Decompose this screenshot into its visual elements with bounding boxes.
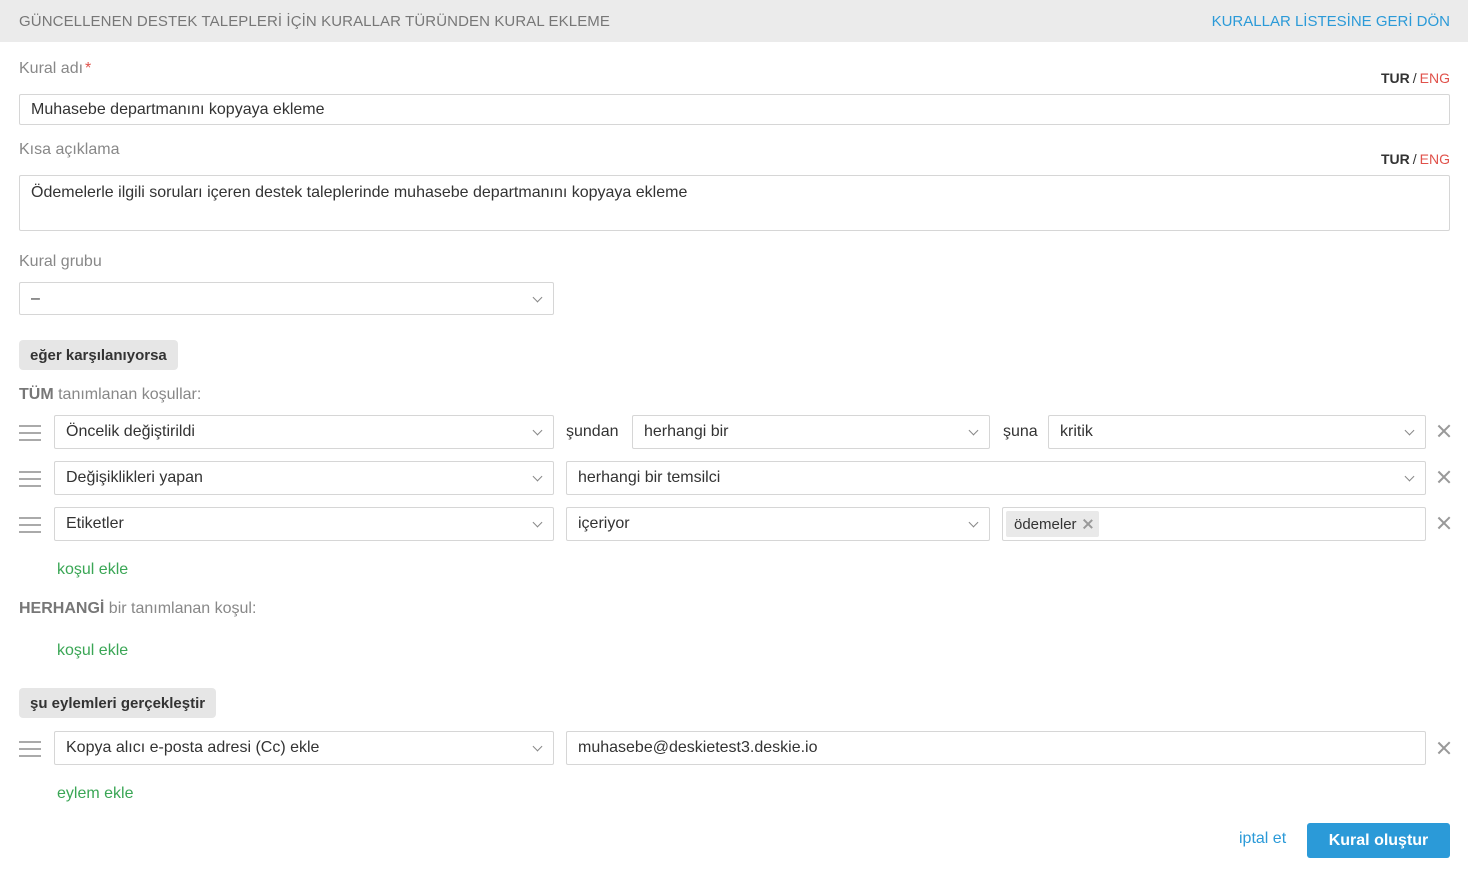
- condition-from-select[interactable]: herhangi bir: [632, 415, 990, 449]
- page-title: GÜNCELLENEN DESTEK TALEPLERİ İÇİN KURALL…: [19, 13, 611, 30]
- chevron-down-icon: [532, 741, 543, 752]
- rule-name-input[interactable]: Muhasebe departmanını kopyaya ekleme: [19, 94, 1450, 125]
- short-description-label: Kısa açıklama: [19, 141, 120, 158]
- lang-tur[interactable]: TUR: [1381, 70, 1410, 86]
- remove-condition-icon[interactable]: [1437, 470, 1451, 484]
- lang-separator: /: [1412, 151, 1417, 167]
- drag-handle-icon[interactable]: [19, 470, 41, 488]
- any-conditions-label-bold: HERHANGİ: [19, 600, 105, 617]
- condition-field-select[interactable]: Öncelik değiştirildi: [54, 415, 554, 449]
- from-label: şundan: [566, 423, 619, 440]
- cc-email-input[interactable]: muhasebe@deskietest3.deskie.io: [566, 731, 1426, 765]
- required-mark: *: [85, 60, 92, 77]
- remove-tag-icon[interactable]: [1083, 519, 1093, 529]
- tag-chip: ödemeler: [1006, 511, 1099, 537]
- to-label: şuna: [1003, 423, 1038, 440]
- condition-field-select[interactable]: Etiketler: [54, 507, 554, 541]
- chevron-down-icon: [532, 425, 543, 436]
- chevron-down-icon: [1404, 471, 1415, 482]
- action-value: Kopya alıcı e-posta adresi (Cc) ekle: [66, 739, 320, 756]
- chevron-down-icon: [968, 517, 979, 528]
- drag-handle-icon[interactable]: [19, 516, 41, 534]
- condition-value-select[interactable]: herhangi bir temsilci: [566, 461, 1426, 495]
- all-conditions-label-bold: TÜM: [19, 386, 54, 403]
- condition-operator-value: içeriyor: [578, 515, 630, 532]
- any-conditions-label-text: bir tanımlanan koşul:: [104, 600, 257, 617]
- add-any-condition-link[interactable]: koşul ekle: [57, 642, 128, 660]
- chevron-down-icon: [532, 517, 543, 528]
- condition-value: herhangi bir temsilci: [578, 469, 721, 486]
- actions-section-label: şu eylemleri gerçekleştir: [19, 688, 217, 718]
- condition-field-value: Öncelik değiştirildi: [66, 423, 195, 440]
- rule-group-select[interactable]: –: [19, 282, 554, 315]
- cancel-link[interactable]: iptal et: [1239, 830, 1286, 848]
- chevron-down-icon: [968, 425, 979, 436]
- all-conditions-label-text: tanımlanan koşullar:: [53, 386, 202, 403]
- rule-name-label: Kural adı *: [19, 60, 91, 78]
- lang-eng[interactable]: ENG: [1420, 151, 1450, 167]
- any-conditions-label: HERHANGİ bir tanımlanan koşul:: [19, 600, 256, 618]
- chevron-down-icon: [532, 471, 543, 482]
- add-action-link[interactable]: eylem ekle: [57, 785, 133, 803]
- condition-field-value: Etiketler: [66, 515, 124, 532]
- condition-field-value: Değişiklikleri yapan: [66, 469, 203, 486]
- page-header: GÜNCELLENEN DESTEK TALEPLERİ İÇİN KURALL…: [0, 0, 1468, 42]
- chevron-down-icon: [1404, 425, 1415, 436]
- tag-chip-label: ödemeler: [1014, 515, 1077, 533]
- lang-eng[interactable]: ENG: [1420, 70, 1450, 86]
- drag-handle-icon[interactable]: [19, 424, 41, 442]
- remove-condition-icon[interactable]: [1437, 424, 1451, 438]
- short-description-textarea[interactable]: Ödemelerle ilgili soruları içeren destek…: [19, 175, 1450, 231]
- chevron-down-icon: [532, 292, 543, 302]
- condition-to-select[interactable]: kritik: [1048, 415, 1426, 449]
- lang-tur[interactable]: TUR: [1381, 151, 1410, 167]
- remove-condition-icon[interactable]: [1437, 516, 1451, 530]
- condition-to-value: kritik: [1060, 423, 1093, 440]
- conditions-section-label: eğer karşılanıyorsa: [19, 340, 178, 370]
- add-all-condition-link[interactable]: koşul ekle: [57, 561, 128, 579]
- rule-group-label: Kural grubu: [19, 253, 102, 270]
- condition-field-select[interactable]: Değişiklikleri yapan: [54, 461, 554, 495]
- lang-separator: /: [1412, 70, 1417, 86]
- create-rule-button[interactable]: Kural oluştur: [1307, 823, 1450, 858]
- rule-name-label-text: Kural adı: [19, 60, 84, 77]
- drag-handle-icon[interactable]: [19, 740, 41, 758]
- action-select[interactable]: Kopya alıcı e-posta adresi (Cc) ekle: [54, 731, 554, 765]
- condition-from-value: herhangi bir: [644, 423, 729, 440]
- rule-group-value: –: [31, 289, 40, 307]
- back-to-rules-link[interactable]: KURALLAR LİSTESİNE GERİ DÖN: [1212, 13, 1450, 30]
- all-conditions-label: TÜM tanımlanan koşullar:: [19, 386, 201, 404]
- condition-operator-select[interactable]: içeriyor: [566, 507, 990, 541]
- remove-action-icon[interactable]: [1437, 741, 1451, 755]
- rule-name-language-switch: TUR / ENG: [1381, 70, 1450, 86]
- short-description-language-switch: TUR / ENG: [1381, 151, 1450, 167]
